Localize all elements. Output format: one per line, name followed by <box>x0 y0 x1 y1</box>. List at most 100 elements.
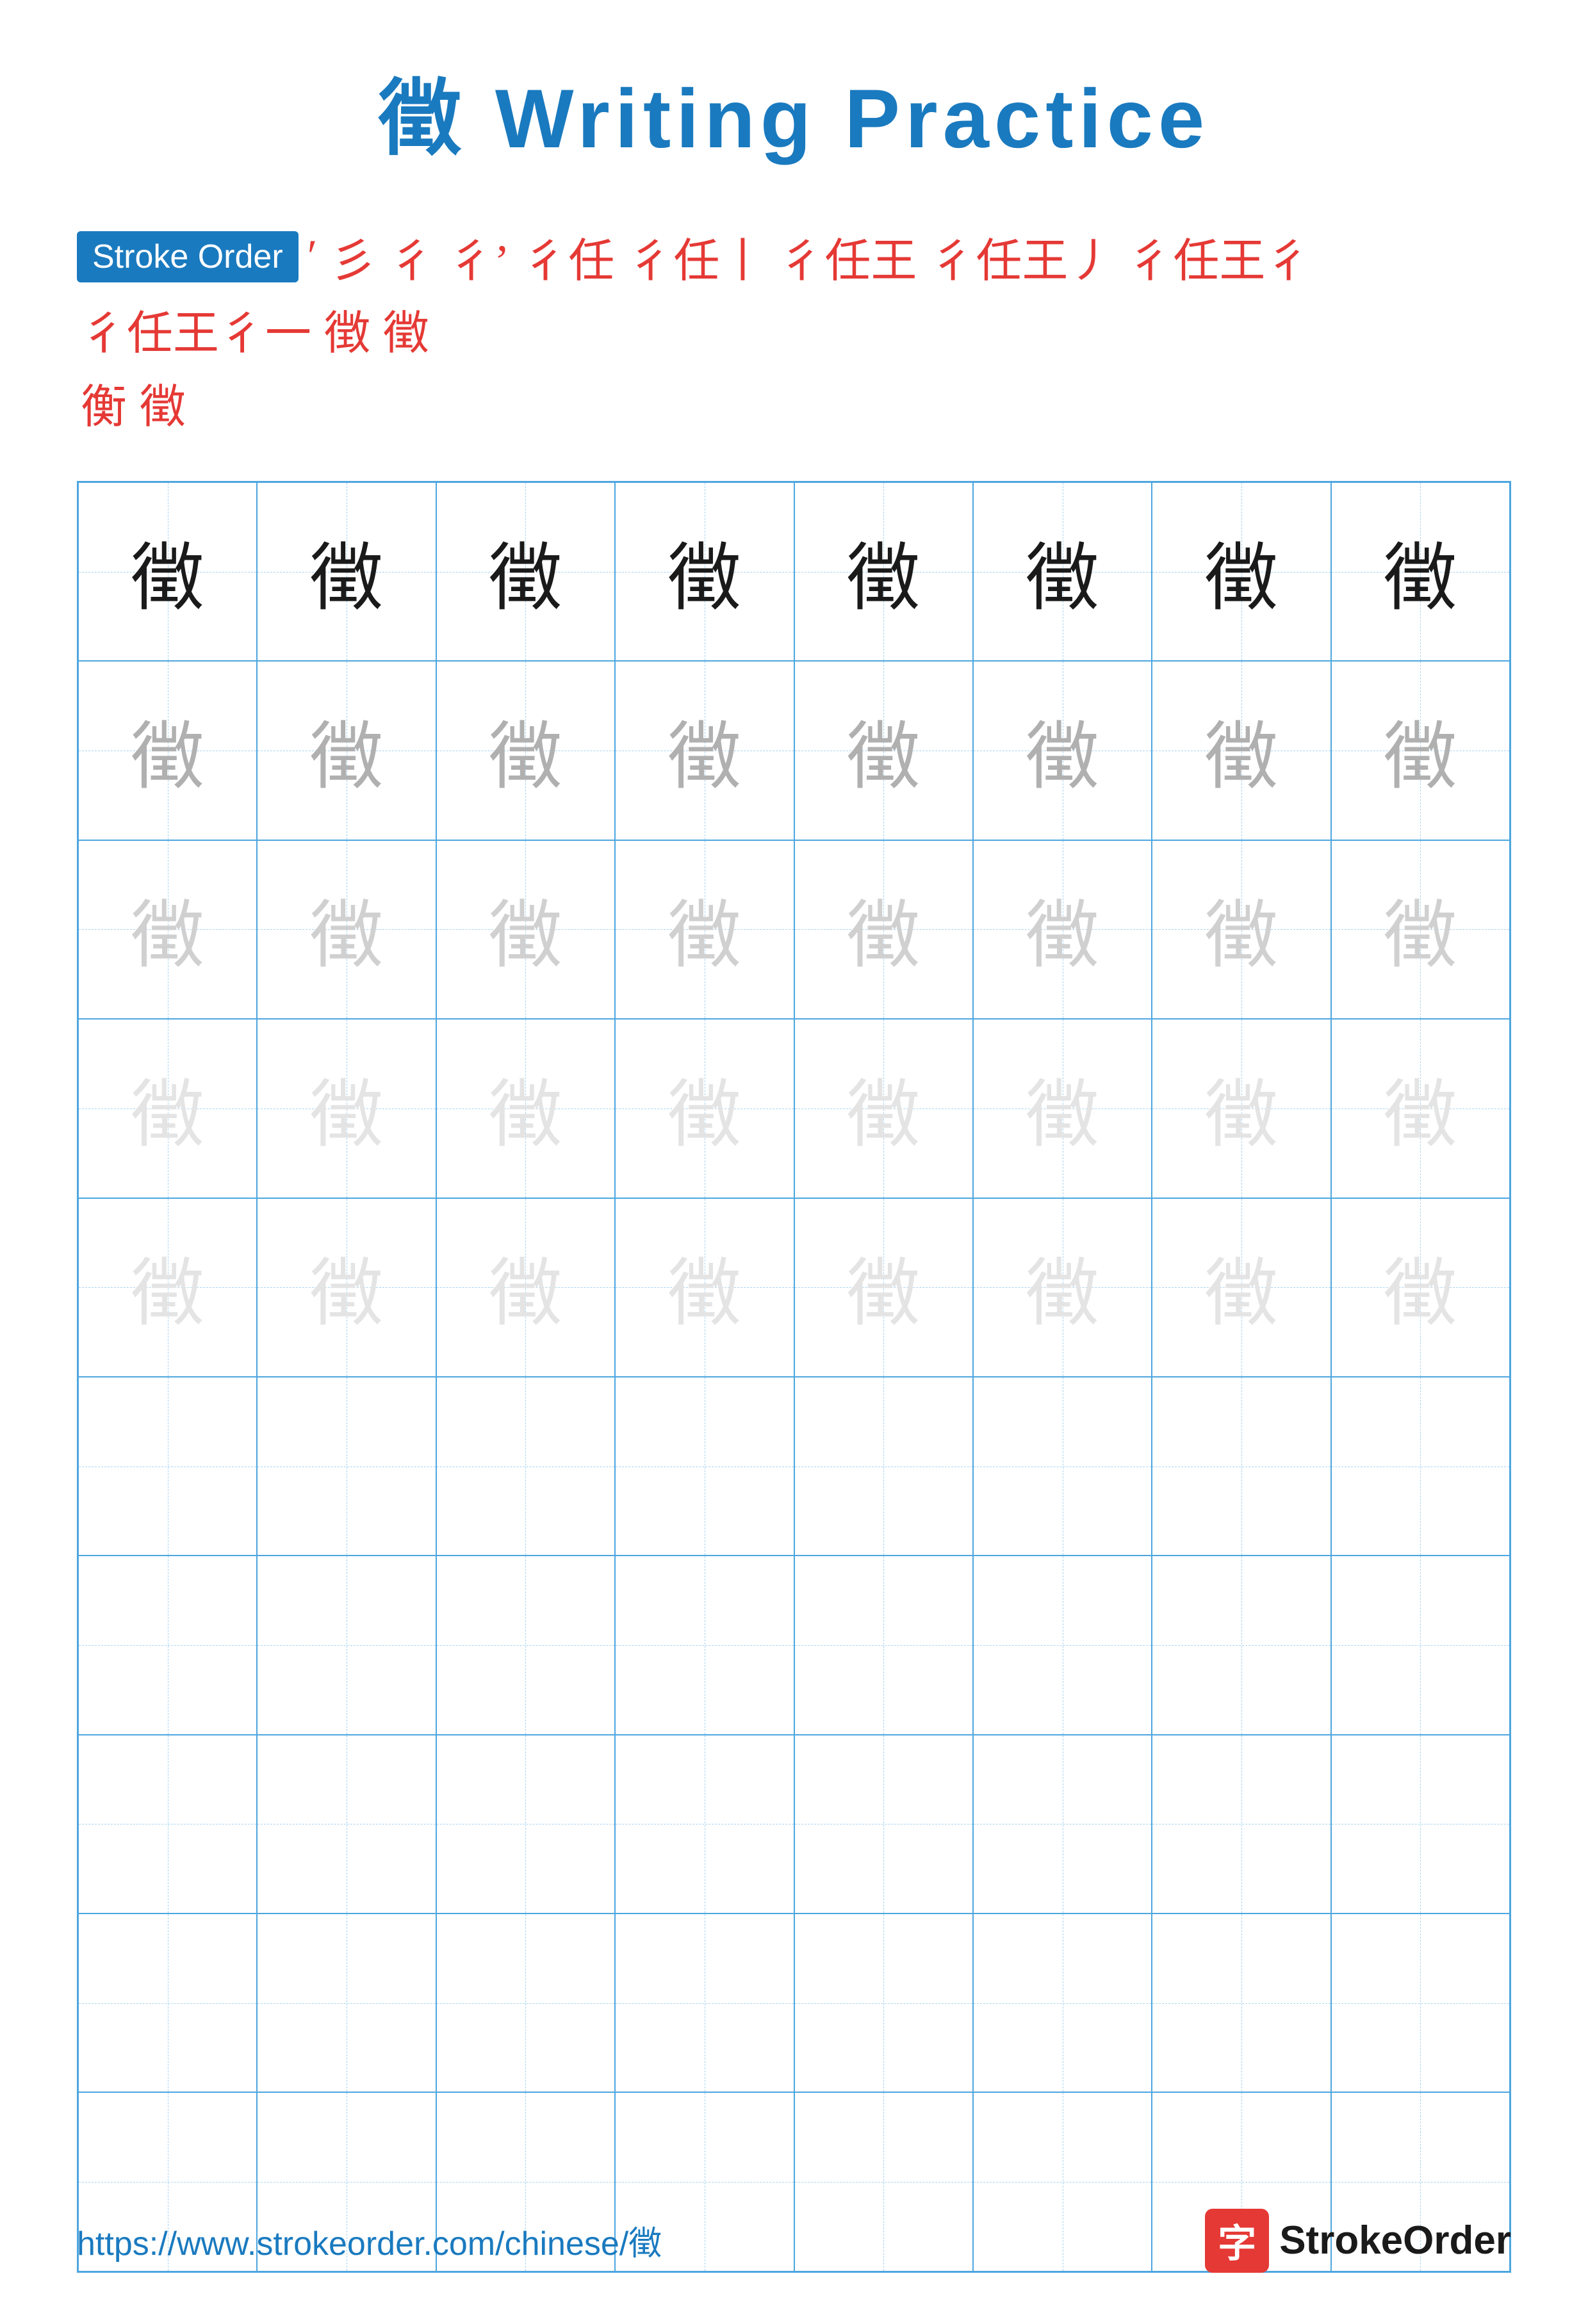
stroke-6: 彳任丨 <box>627 223 765 290</box>
grid-cell[interactable] <box>794 1556 973 1734</box>
stroke-3: 彳 <box>389 223 435 290</box>
stroke-row2-2: 徵 <box>140 369 186 436</box>
grid-cell: 徵 <box>257 1019 436 1198</box>
grid-cell: 徵 <box>257 482 436 661</box>
logo-text: StrokeOrder <box>1279 2218 1511 2263</box>
stroke-12: 徵 <box>383 295 429 362</box>
grid-cell: 徵 <box>615 1198 794 1377</box>
grid-cell[interactable] <box>1331 1377 1510 1556</box>
grid-cell[interactable] <box>78 1556 257 1734</box>
practice-char: 徵 <box>1026 519 1099 625</box>
grid-cell[interactable] <box>1331 1914 1510 2092</box>
grid-cell[interactable] <box>257 1735 436 1914</box>
grid-cell: 徵 <box>794 840 973 1019</box>
grid-cell[interactable] <box>436 1735 615 1914</box>
grid-cell: 徵 <box>794 661 973 840</box>
grid-cell[interactable] <box>794 1914 973 2092</box>
practice-char: 徵 <box>310 519 384 625</box>
grid-cell: 徵 <box>973 1019 1152 1198</box>
grid-cell: 徵 <box>1152 840 1330 1019</box>
grid-cell[interactable] <box>794 1735 973 1914</box>
grid-cell[interactable] <box>794 1377 973 1556</box>
grid-cell[interactable] <box>436 1556 615 1734</box>
practice-char: 徵 <box>667 1055 741 1162</box>
grid-cell[interactable] <box>436 1914 615 2092</box>
grid-cell[interactable] <box>436 1377 615 1556</box>
grid-cell[interactable] <box>973 1914 1152 2092</box>
grid-cell[interactable] <box>615 1914 794 2092</box>
practice-char: 徵 <box>131 697 204 804</box>
grid-cell: 徵 <box>78 482 257 661</box>
grid-cell: 徵 <box>615 661 794 840</box>
grid-cell[interactable] <box>973 1735 1152 1914</box>
grid-cell[interactable] <box>1331 1556 1510 1734</box>
grid-cell[interactable] <box>1152 1556 1330 1734</box>
practice-char: 徵 <box>1384 519 1457 625</box>
grid-cell: 徵 <box>436 840 615 1019</box>
stroke-7: 彳任王 <box>778 223 917 290</box>
practice-char: 徵 <box>847 876 921 982</box>
practice-char: 徵 <box>131 1055 204 1162</box>
grid-cell: 徵 <box>1331 1019 1510 1198</box>
grid-cell[interactable] <box>1331 1735 1510 1914</box>
stroke-5: 彳任 <box>522 223 614 290</box>
grid-cell[interactable] <box>78 1377 257 1556</box>
practice-char: 徵 <box>847 1055 921 1162</box>
grid-cell: 徵 <box>794 1198 973 1377</box>
grid-cell: 徵 <box>794 482 973 661</box>
practice-char: 徵 <box>1384 697 1457 804</box>
stroke-9: 彳任王彳 <box>1127 223 1311 290</box>
grid-cell: 徵 <box>973 1198 1152 1377</box>
grid-cell: 徵 <box>615 840 794 1019</box>
grid-cell: 徵 <box>257 840 436 1019</box>
practice-char: 徵 <box>1204 876 1278 982</box>
practice-char: 徵 <box>1026 1234 1099 1340</box>
grid-cell: 徵 <box>78 1198 257 1377</box>
grid-cell[interactable] <box>257 1556 436 1734</box>
practice-char: 徵 <box>131 876 204 982</box>
grid-cell[interactable] <box>973 1556 1152 1734</box>
practice-char: 徵 <box>310 876 384 982</box>
grid-cell: 徵 <box>78 840 257 1019</box>
grid-cell[interactable] <box>615 1735 794 1914</box>
grid-cell[interactable] <box>1152 1914 1330 2092</box>
practice-char: 徵 <box>489 697 562 804</box>
practice-char: 徵 <box>667 519 741 625</box>
practice-char: 徵 <box>310 1055 384 1162</box>
practice-char: 徵 <box>1026 876 1099 982</box>
grid-cell[interactable] <box>1152 1735 1330 1914</box>
grid-cell[interactable] <box>78 1914 257 2092</box>
practice-grid: 徵徵徵徵徵徵徵徵徵徵徵徵徵徵徵徵徵徵徵徵徵徵徵徵徵徵徵徵徵徵徵徵徵徵徵徵徵徵徵徵 <box>77 481 1511 2273</box>
grid-cell[interactable] <box>1152 1377 1330 1556</box>
stroke-4: 彳’ <box>448 223 509 290</box>
grid-cell[interactable] <box>257 1377 436 1556</box>
practice-char: 徵 <box>1204 697 1278 804</box>
stroke-order-row1: Stroke Order ′ 彡 彳 彳’ 彳任 彳任丨 彳任王 彳任王丿 彳任… <box>77 223 1511 362</box>
practice-char: 徵 <box>1204 1055 1278 1162</box>
grid-cell: 徵 <box>1331 1198 1510 1377</box>
practice-char: 徵 <box>1204 519 1278 625</box>
practice-char: 徵 <box>1384 876 1457 982</box>
stroke-11: 徴 <box>324 295 370 362</box>
grid-cell: 徵 <box>257 661 436 840</box>
grid-cell: 徵 <box>973 482 1152 661</box>
grid-cell[interactable] <box>615 1556 794 1734</box>
grid-cell[interactable] <box>78 1735 257 1914</box>
grid-cell: 徵 <box>1152 1198 1330 1377</box>
footer: https://www.strokeorder.com/chinese/徵 字 … <box>77 2209 1511 2273</box>
grid-cell: 徵 <box>973 840 1152 1019</box>
grid-cell: 徵 <box>1152 661 1330 840</box>
footer-url: https://www.strokeorder.com/chinese/徵 <box>77 2216 662 2264</box>
practice-char: 徵 <box>1204 1234 1278 1340</box>
grid-cell[interactable] <box>973 1377 1152 1556</box>
practice-char: 徵 <box>1026 697 1099 804</box>
grid-cell[interactable] <box>257 1914 436 2092</box>
grid-cell: 徵 <box>257 1198 436 1377</box>
practice-char: 徵 <box>667 876 741 982</box>
page: 徵 Writing Practice Stroke Order ′ 彡 彳 彳’… <box>0 0 1588 2324</box>
grid-cell[interactable] <box>615 1377 794 1556</box>
stroke-order-badge: Stroke Order <box>77 231 299 282</box>
practice-char: 徵 <box>1384 1234 1457 1340</box>
practice-char: 徵 <box>131 519 204 625</box>
grid-cell: 徵 <box>794 1019 973 1198</box>
